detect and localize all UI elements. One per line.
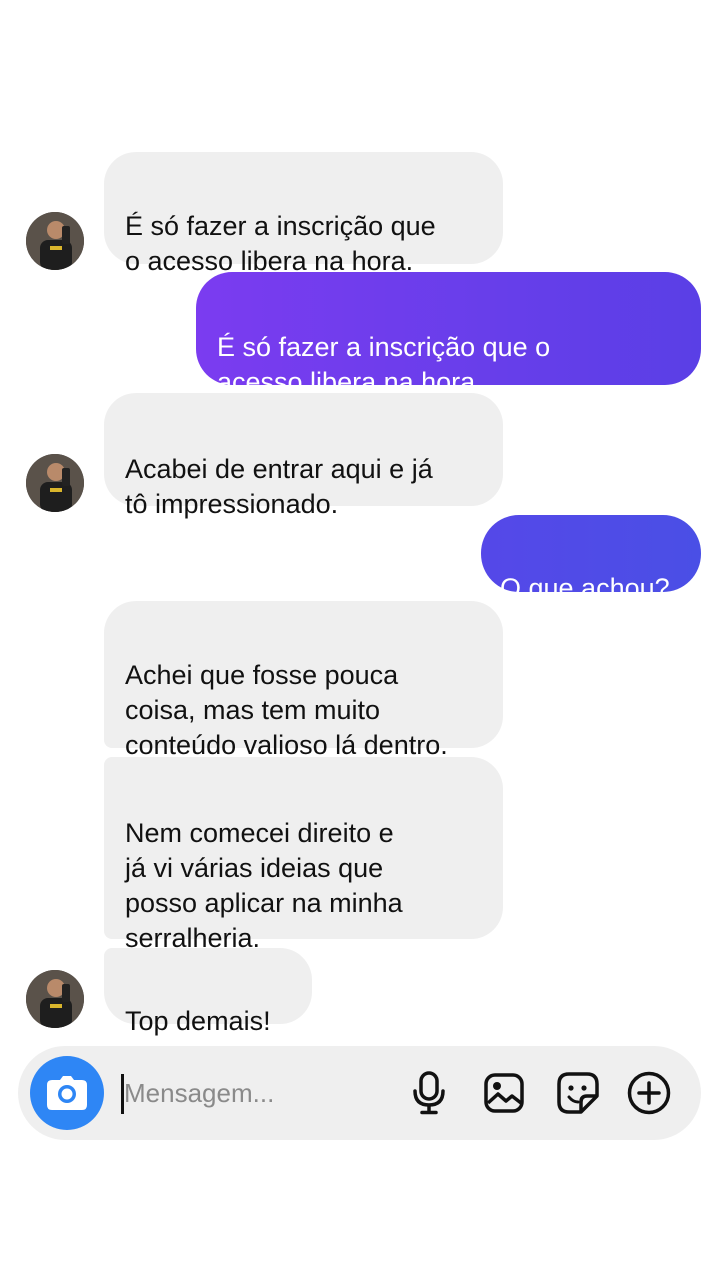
message-bubble-incoming[interactable]: Achei que fosse pouca coisa, mas tem mui… <box>104 601 503 760</box>
message-text: Top demais! <box>125 1006 271 1036</box>
image-icon <box>484 1073 524 1113</box>
message-bubble-incoming[interactable]: Acabei de entrar aqui e já tô impression… <box>104 393 503 519</box>
microphone-button[interactable] <box>407 1071 451 1115</box>
profile-photo <box>26 970 84 1028</box>
message-bubble-outgoing[interactable]: O que achou? <box>481 515 701 603</box>
avatar[interactable] <box>26 970 84 1028</box>
message-bubble-incoming[interactable]: É só fazer a inscrição que o acesso libe… <box>104 152 503 276</box>
sticker-icon <box>557 1072 599 1114</box>
avatar[interactable] <box>26 454 84 512</box>
profile-photo <box>26 454 84 512</box>
profile-photo <box>26 212 84 270</box>
sticker-button[interactable] <box>556 1071 600 1115</box>
message-input[interactable] <box>124 1070 384 1116</box>
gallery-button[interactable] <box>482 1071 526 1115</box>
message-text: É só fazer a inscrição que o acesso libe… <box>217 332 551 397</box>
message-text: O que achou? <box>500 573 670 603</box>
microphone-icon <box>413 1071 445 1115</box>
more-options-button[interactable] <box>627 1071 671 1115</box>
message-bubble-outgoing[interactable]: É só fazer a inscrição que o acesso libe… <box>196 272 701 397</box>
avatar[interactable] <box>26 212 84 270</box>
camera-button[interactable] <box>30 1056 104 1130</box>
message-text: É só fazer a inscrição que o acesso libe… <box>125 211 436 276</box>
message-composer <box>18 1046 701 1140</box>
message-text: Acabei de entrar aqui e já tô impression… <box>125 454 433 519</box>
message-text: Achei que fosse pouca coisa, mas tem mui… <box>125 660 448 760</box>
message-text: Nem comecei direito e já vi várias ideia… <box>125 818 403 953</box>
camera-icon <box>47 1076 87 1110</box>
plus-icon <box>627 1071 671 1115</box>
message-bubble-incoming[interactable]: Nem comecei direito e já vi várias ideia… <box>104 757 503 953</box>
message-bubble-incoming[interactable]: Top demais! <box>104 948 312 1036</box>
